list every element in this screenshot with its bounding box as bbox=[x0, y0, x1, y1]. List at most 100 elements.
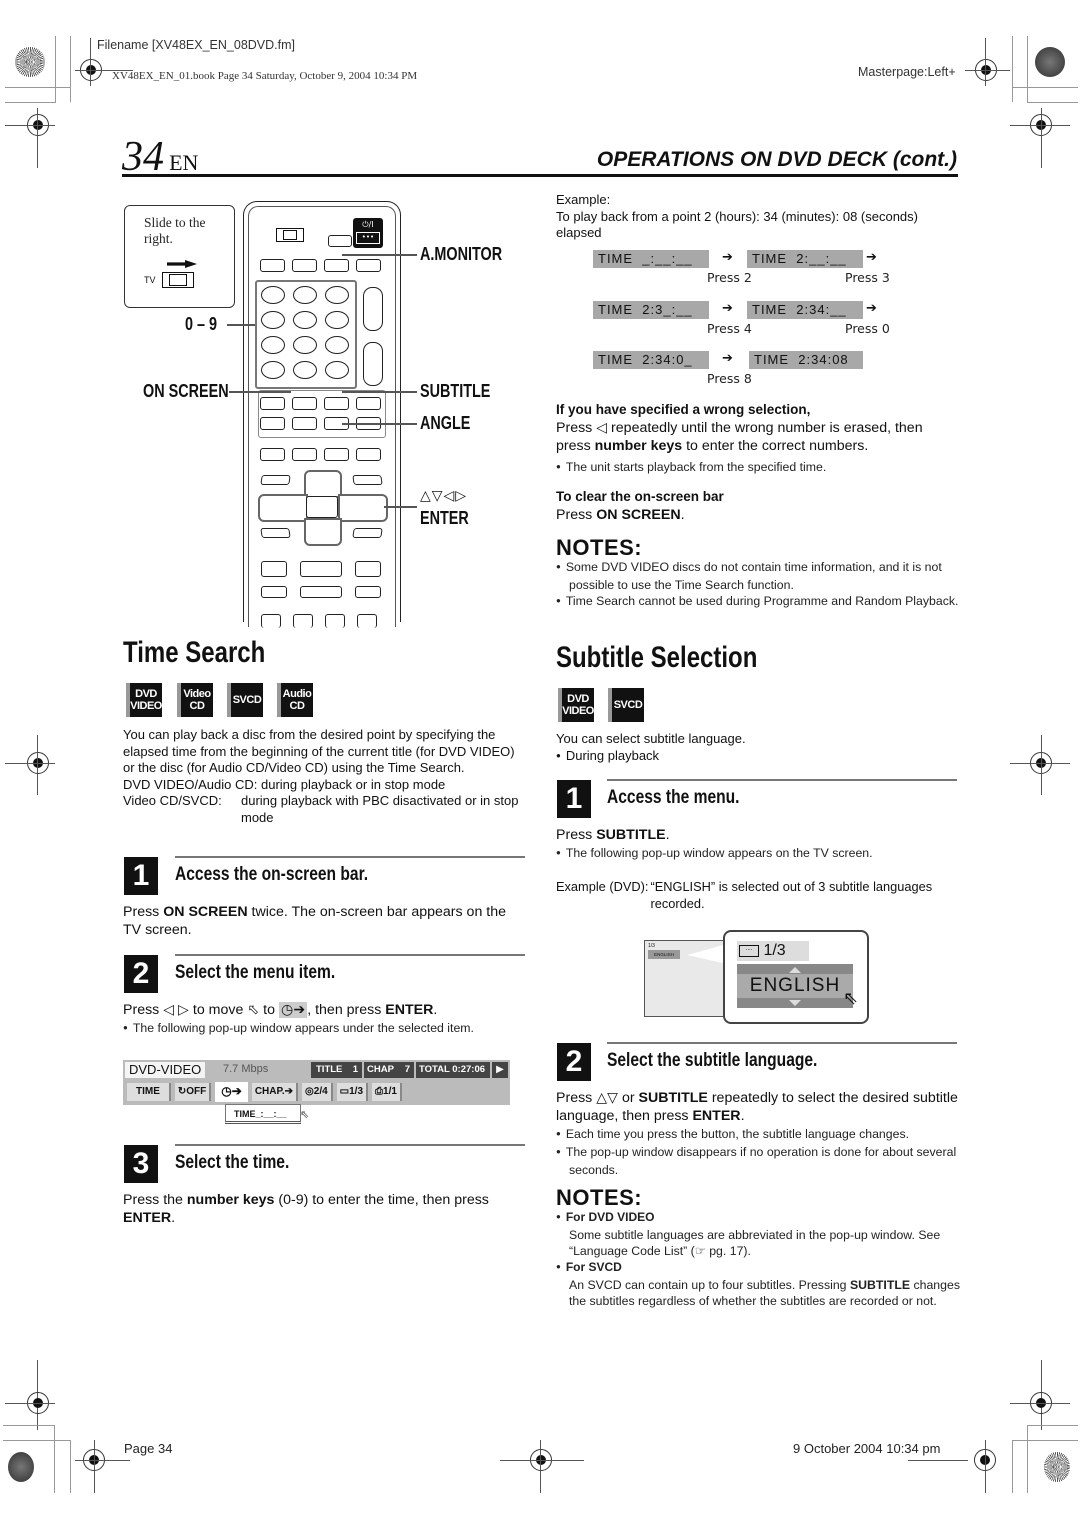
remote-button[interactable] bbox=[292, 259, 317, 272]
osd-item-subtitle[interactable]: ▭1/3 bbox=[336, 1083, 369, 1101]
filename-label: Filename [XV48EX_EN_08DVD.fm] bbox=[97, 38, 296, 52]
step-2-text: Press ◁ ▷ to move ⬁ to ◷➔, then press EN… bbox=[123, 1002, 438, 1018]
remote-small-button[interactable] bbox=[328, 235, 352, 247]
press-label: Press 8 bbox=[707, 371, 752, 386]
arrow-icon: ➔ bbox=[722, 250, 733, 265]
header-rule bbox=[122, 174, 958, 177]
rosette-mark-icon bbox=[15, 47, 45, 77]
remote-button[interactable] bbox=[300, 561, 342, 577]
mini-language: ENGLISH bbox=[648, 950, 680, 959]
number-key[interactable] bbox=[261, 286, 285, 304]
number-key[interactable] bbox=[293, 311, 317, 329]
subtitle-example-label: Example (DVD): bbox=[556, 879, 649, 894]
subtitle-intro-text: You can select subtitle language. bbox=[556, 731, 746, 746]
time-popup[interactable]: TIME_:__:__ bbox=[225, 1104, 301, 1124]
remote-button[interactable] bbox=[261, 561, 287, 577]
remote-button[interactable] bbox=[260, 417, 285, 430]
remote-button[interactable] bbox=[355, 561, 381, 577]
osd-item-audio[interactable]: ◎2/4 bbox=[302, 1083, 333, 1101]
dpad-down-button[interactable] bbox=[304, 518, 342, 546]
remote-button[interactable] bbox=[325, 614, 345, 628]
step-3-number: 3 bbox=[124, 1145, 158, 1183]
remote-button[interactable] bbox=[352, 528, 383, 538]
sub-step-1-title: Access the menu. bbox=[607, 787, 740, 808]
subtitle-example-text: “ENGLISH” is selected out of 3 subtitle … bbox=[650, 879, 933, 911]
tv-switch-icon[interactable] bbox=[162, 272, 194, 288]
remote-button[interactable] bbox=[356, 259, 381, 272]
remote-button[interactable] bbox=[325, 361, 349, 379]
subtitle-button[interactable] bbox=[324, 397, 349, 410]
remote-button[interactable] bbox=[261, 361, 285, 379]
remote-button[interactable] bbox=[324, 448, 349, 461]
number-key[interactable] bbox=[261, 336, 285, 354]
angle-callout: ANGLE bbox=[420, 413, 471, 433]
arrow-keys-callout: △▽◁▷ bbox=[420, 488, 468, 504]
cursor-icon: ⇖ bbox=[843, 988, 859, 1009]
number-key[interactable] bbox=[293, 336, 317, 354]
video-cd-badge: Video CD bbox=[177, 683, 213, 717]
arrow-icon: ➔ bbox=[722, 351, 733, 366]
rocker-button[interactable] bbox=[363, 287, 383, 331]
remote-button[interactable] bbox=[261, 614, 281, 628]
osd-item-repeat[interactable]: ↻OFF bbox=[174, 1083, 212, 1101]
number-key[interactable] bbox=[293, 361, 317, 379]
bullet-item: The pop-up window disappears if no opera… bbox=[556, 1144, 961, 1178]
remote-button[interactable] bbox=[260, 528, 291, 538]
number-key[interactable] bbox=[325, 311, 349, 329]
osd-item-time[interactable]: TIME bbox=[127, 1083, 171, 1101]
osd-item-time-search[interactable]: ◷➔ bbox=[215, 1082, 248, 1102]
time-popup-value: TIME_:__:__ bbox=[234, 1109, 287, 1119]
remote-button[interactable] bbox=[292, 448, 317, 461]
dpad-right-button[interactable] bbox=[338, 494, 388, 522]
subtitle-icon: .... bbox=[739, 944, 759, 957]
enter-button[interactable] bbox=[306, 496, 338, 518]
remote-button[interactable] bbox=[293, 614, 313, 628]
remote-tv-switch[interactable] bbox=[276, 228, 304, 242]
dpad-up-button[interactable] bbox=[304, 470, 342, 498]
a-monitor-button[interactable] bbox=[324, 259, 349, 272]
remote-button[interactable] bbox=[292, 417, 317, 430]
time-display: TIME 2:__:__ bbox=[747, 250, 863, 268]
remote-button[interactable] bbox=[357, 614, 377, 628]
onscreen-bar: DVD-VIDEO 7.7 Mbps TITLE 1 CHAP 7 TOTAL 0:… bbox=[123, 1060, 510, 1105]
rocker-button[interactable] bbox=[363, 342, 383, 386]
book-info: XV48EX_EN_01.book Page 34 Saturday, Octo… bbox=[112, 70, 418, 82]
footer-date: 9 October 2004 10:34 pm bbox=[793, 1441, 941, 1456]
power-button[interactable]: ⏻/I ••• bbox=[353, 218, 383, 248]
number-key[interactable] bbox=[325, 286, 349, 304]
remote-button[interactable] bbox=[356, 397, 381, 410]
note-title: For SVCD bbox=[556, 1259, 961, 1277]
subtitle-popup: .... 1/3 ENGLISH ⇖ bbox=[723, 930, 869, 1024]
subtitle-language-value[interactable]: ENGLISH bbox=[737, 974, 853, 998]
remote-button[interactable] bbox=[260, 448, 285, 461]
up-arrow-icon bbox=[789, 967, 801, 973]
time-search-intro: You can play back a disc from the desire… bbox=[123, 727, 528, 826]
number-key[interactable] bbox=[293, 286, 317, 304]
remote-button[interactable] bbox=[260, 397, 285, 410]
audio-cd-badge: Audio CD bbox=[277, 683, 313, 717]
mode2-line: Video CD/SVCD: during playback with PBC d… bbox=[123, 793, 519, 825]
slide-note-line1: Slide to the bbox=[144, 215, 206, 230]
remote-button[interactable] bbox=[300, 586, 342, 598]
page-lang: EN bbox=[169, 150, 199, 175]
osd-item-angle[interactable]: ⎙1/1 bbox=[372, 1083, 402, 1101]
arrow-icon: ➔ bbox=[866, 301, 877, 316]
remote-button[interactable] bbox=[355, 586, 381, 598]
bitrate-label: 7.7 Mbps bbox=[223, 1063, 269, 1075]
dpad-left-button[interactable] bbox=[258, 494, 308, 522]
sub-step-2-number: 2 bbox=[557, 1043, 591, 1081]
number-key[interactable] bbox=[261, 311, 285, 329]
subtitle-selection-title: Subtitle Selection bbox=[556, 641, 758, 674]
osd-item-chapter[interactable]: CHAP.➔ bbox=[251, 1083, 299, 1101]
disc-type-label: DVD-VIDEO bbox=[125, 1062, 206, 1078]
on-screen-button[interactable] bbox=[292, 397, 317, 410]
notes-heading: NOTES: bbox=[556, 1185, 643, 1210]
masterpage-label: Masterpage:Left+ bbox=[858, 65, 956, 79]
example-block: Example: To play back from a point 2 (ho… bbox=[556, 192, 956, 242]
mini-count: 1/3 bbox=[648, 943, 655, 949]
number-key[interactable] bbox=[325, 336, 349, 354]
remote-button[interactable] bbox=[356, 448, 381, 461]
remote-button[interactable] bbox=[261, 586, 287, 598]
remote-button[interactable] bbox=[260, 259, 285, 272]
rosette-mark-icon bbox=[1035, 47, 1065, 77]
